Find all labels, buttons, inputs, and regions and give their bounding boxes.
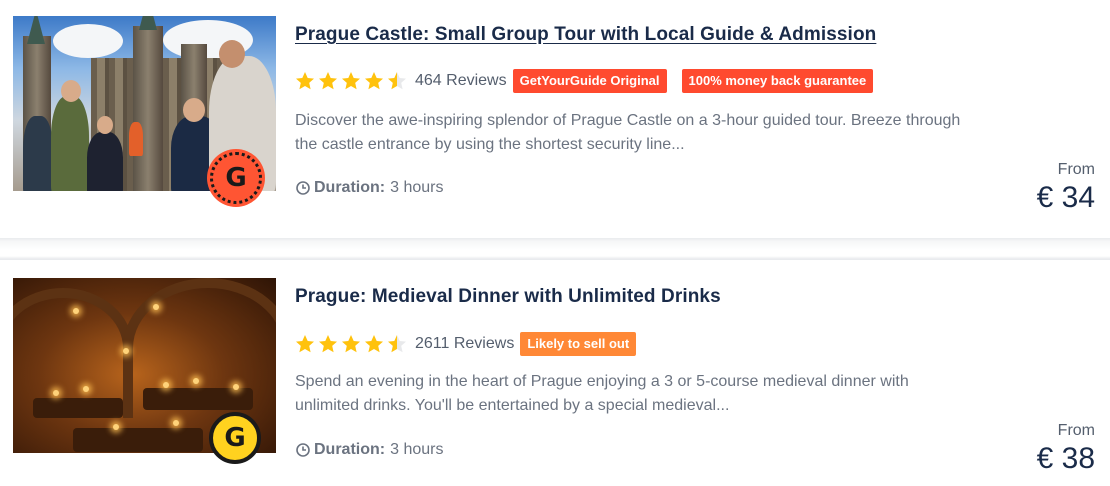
card-divider: [0, 238, 1110, 260]
clock-icon: [296, 443, 310, 457]
activity-duration: Duration: 3 hours: [295, 179, 443, 197]
star-full-icon: [318, 71, 338, 91]
activity-card[interactable]: G Prague: Medieval Dinner with Unlimited…: [0, 260, 1110, 486]
star-rating: [295, 71, 407, 91]
price-block: From € 34: [1037, 161, 1095, 215]
activity-description: Spend an evening in the heart of Prague …: [295, 373, 909, 414]
star-full-icon: [341, 71, 361, 91]
rating-row: 2611 Reviews Likely to sell out: [295, 332, 651, 356]
activity-card[interactable]: G Prague Castle: Small Group Tour with L…: [0, 0, 1110, 240]
price-from-label: From: [1057, 161, 1095, 178]
star-full-icon: [364, 71, 384, 91]
getyourguide-badge-icon: G: [209, 412, 261, 464]
tag-getyourguide-original: GetYourGuide Original: [512, 69, 667, 93]
price-value: € 34: [1036, 181, 1095, 214]
star-half-icon: [387, 71, 407, 91]
review-count: 464 Reviews: [415, 72, 507, 89]
price-from-label: From: [1057, 422, 1095, 439]
activity-duration: Duration: 3 hours: [295, 441, 443, 459]
clock-icon: [296, 181, 310, 195]
star-full-icon: [341, 334, 361, 354]
star-rating: [295, 334, 407, 354]
activity-title-link[interactable]: Prague: Medieval Dinner with Unlimited D…: [295, 286, 721, 308]
price-value: € 38: [1036, 442, 1095, 475]
price-block: From € 38: [1037, 422, 1095, 476]
tag-money-back-guarantee: 100% money back guarantee: [681, 69, 874, 93]
rating-row: 464 Reviews GetYourGuide Original 100% m…: [295, 69, 888, 93]
star-full-icon: [318, 334, 338, 354]
star-full-icon: [295, 71, 315, 91]
tag-likely-to-sell-out: Likely to sell out: [520, 332, 637, 356]
activity-description: Discover the awe-inspiring splendor of P…: [295, 112, 961, 153]
review-count: 2611 Reviews: [415, 335, 515, 352]
star-full-icon: [364, 334, 384, 354]
star-full-icon: [295, 334, 315, 354]
star-half-icon: [387, 334, 407, 354]
activity-title-link[interactable]: Prague Castle: Small Group Tour with Loc…: [295, 24, 876, 46]
getyourguide-original-badge-icon: G: [210, 152, 262, 204]
